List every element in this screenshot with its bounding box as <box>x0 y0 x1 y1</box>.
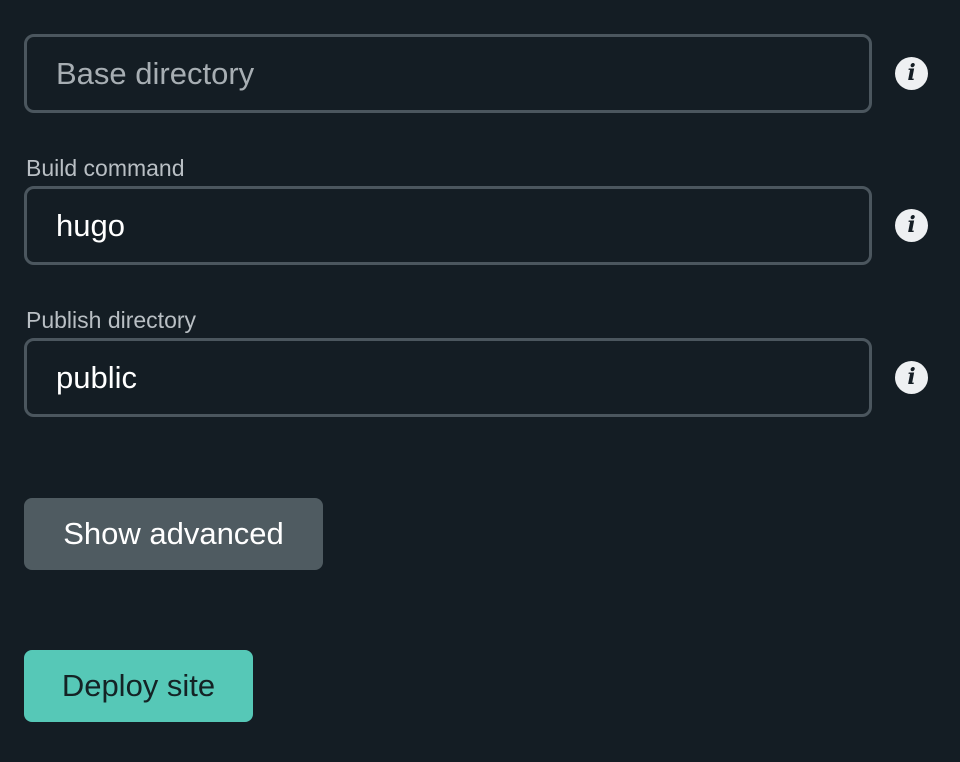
publish-directory-input[interactable] <box>24 338 872 417</box>
base-directory-input[interactable] <box>24 34 872 113</box>
show-advanced-button[interactable]: Show advanced <box>24 498 323 570</box>
info-icon[interactable]: i <box>895 57 928 90</box>
deploy-site-button[interactable]: Deploy site <box>24 650 253 722</box>
info-icon[interactable]: i <box>895 209 928 242</box>
build-command-label: Build command <box>26 155 185 181</box>
publish-directory-label: Publish directory <box>26 307 197 333</box>
build-command-input[interactable] <box>24 186 872 265</box>
info-icon[interactable]: i <box>895 361 928 394</box>
